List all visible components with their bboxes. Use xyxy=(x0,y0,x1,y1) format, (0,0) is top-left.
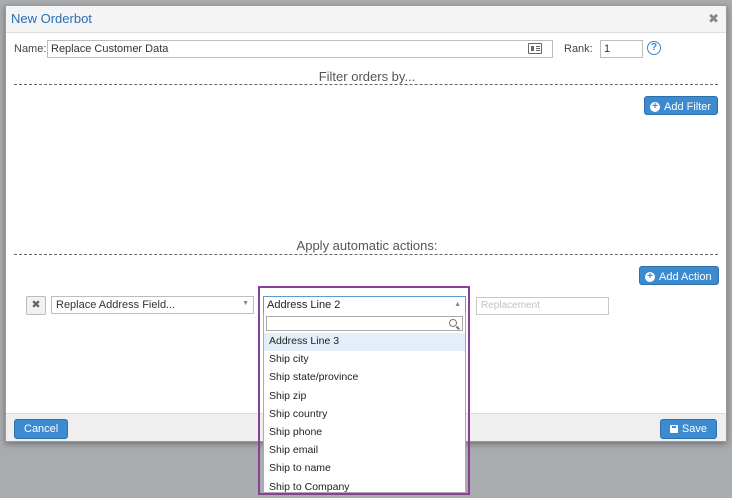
cancel-label: Cancel xyxy=(24,423,59,435)
add-action-label: Add Action xyxy=(659,270,712,283)
dropdown-option[interactable]: Ship email xyxy=(264,442,465,460)
add-filter-button[interactable]: + Add Filter xyxy=(644,96,719,115)
rank-input[interactable]: 1 xyxy=(600,40,643,58)
plus-circle-icon: + xyxy=(645,271,655,282)
remove-action-button[interactable]: ✖ xyxy=(26,296,46,315)
filter-section-title: Filter orders by... xyxy=(318,69,416,84)
replacement-input[interactable]: Replacement xyxy=(476,297,609,315)
dropdown-option[interactable]: Ship city xyxy=(264,351,465,369)
dialog-titlebar: New Orderbot ✖ xyxy=(6,6,726,33)
rank-label: Rank: xyxy=(564,43,593,55)
name-input[interactable]: Replace Customer Data xyxy=(47,40,553,58)
address-field-dropdown: Address Line 3 Ship city Ship state/provin… xyxy=(263,313,466,493)
dropdown-option[interactable]: Ship zip xyxy=(264,388,465,406)
address-field-value: Address Line 2 xyxy=(267,299,341,311)
chevron-up-icon: ▲ xyxy=(454,301,461,308)
save-label: Save xyxy=(681,423,707,435)
address-field-select[interactable]: Address Line 2 ▲ xyxy=(263,296,466,314)
filter-divider xyxy=(14,84,718,85)
action-type-select[interactable]: Replace Address Field... ▼ xyxy=(51,296,254,314)
dropdown-option[interactable]: Ship state/province xyxy=(264,369,465,387)
dropdown-option[interactable]: Ship to name xyxy=(264,460,465,478)
chevron-down-icon: ▼ xyxy=(242,300,249,307)
name-label: Name: xyxy=(14,43,47,55)
help-icon[interactable]: ? xyxy=(647,41,661,55)
action-type-value: Replace Address Field... xyxy=(56,299,176,311)
dialog-title: New Orderbot xyxy=(11,11,92,26)
dropdown-option[interactable]: Ship to Company xyxy=(264,479,465,493)
dropdown-search-input[interactable] xyxy=(266,316,463,331)
save-disk-icon xyxy=(669,425,678,433)
actions-section-title: Apply automatic actions: xyxy=(296,238,438,253)
close-icon[interactable]: ✖ xyxy=(708,11,719,27)
dropdown-option[interactable]: Address Line 3 xyxy=(264,333,465,352)
actions-divider xyxy=(14,254,718,255)
add-filter-label: Add Filter xyxy=(664,100,712,113)
save-button[interactable]: Save xyxy=(659,419,717,439)
contact-card-icon[interactable] xyxy=(528,43,542,54)
search-icon xyxy=(449,319,457,327)
dropdown-option[interactable]: Ship country xyxy=(264,406,465,424)
dropdown-options: Address Line 3 Ship city Ship state/provin… xyxy=(264,333,465,493)
plus-circle-icon: + xyxy=(650,101,660,112)
dropdown-option[interactable]: Ship phone xyxy=(264,424,465,442)
add-action-button[interactable]: + Add Action xyxy=(639,266,719,285)
cancel-button[interactable]: Cancel xyxy=(14,419,69,439)
